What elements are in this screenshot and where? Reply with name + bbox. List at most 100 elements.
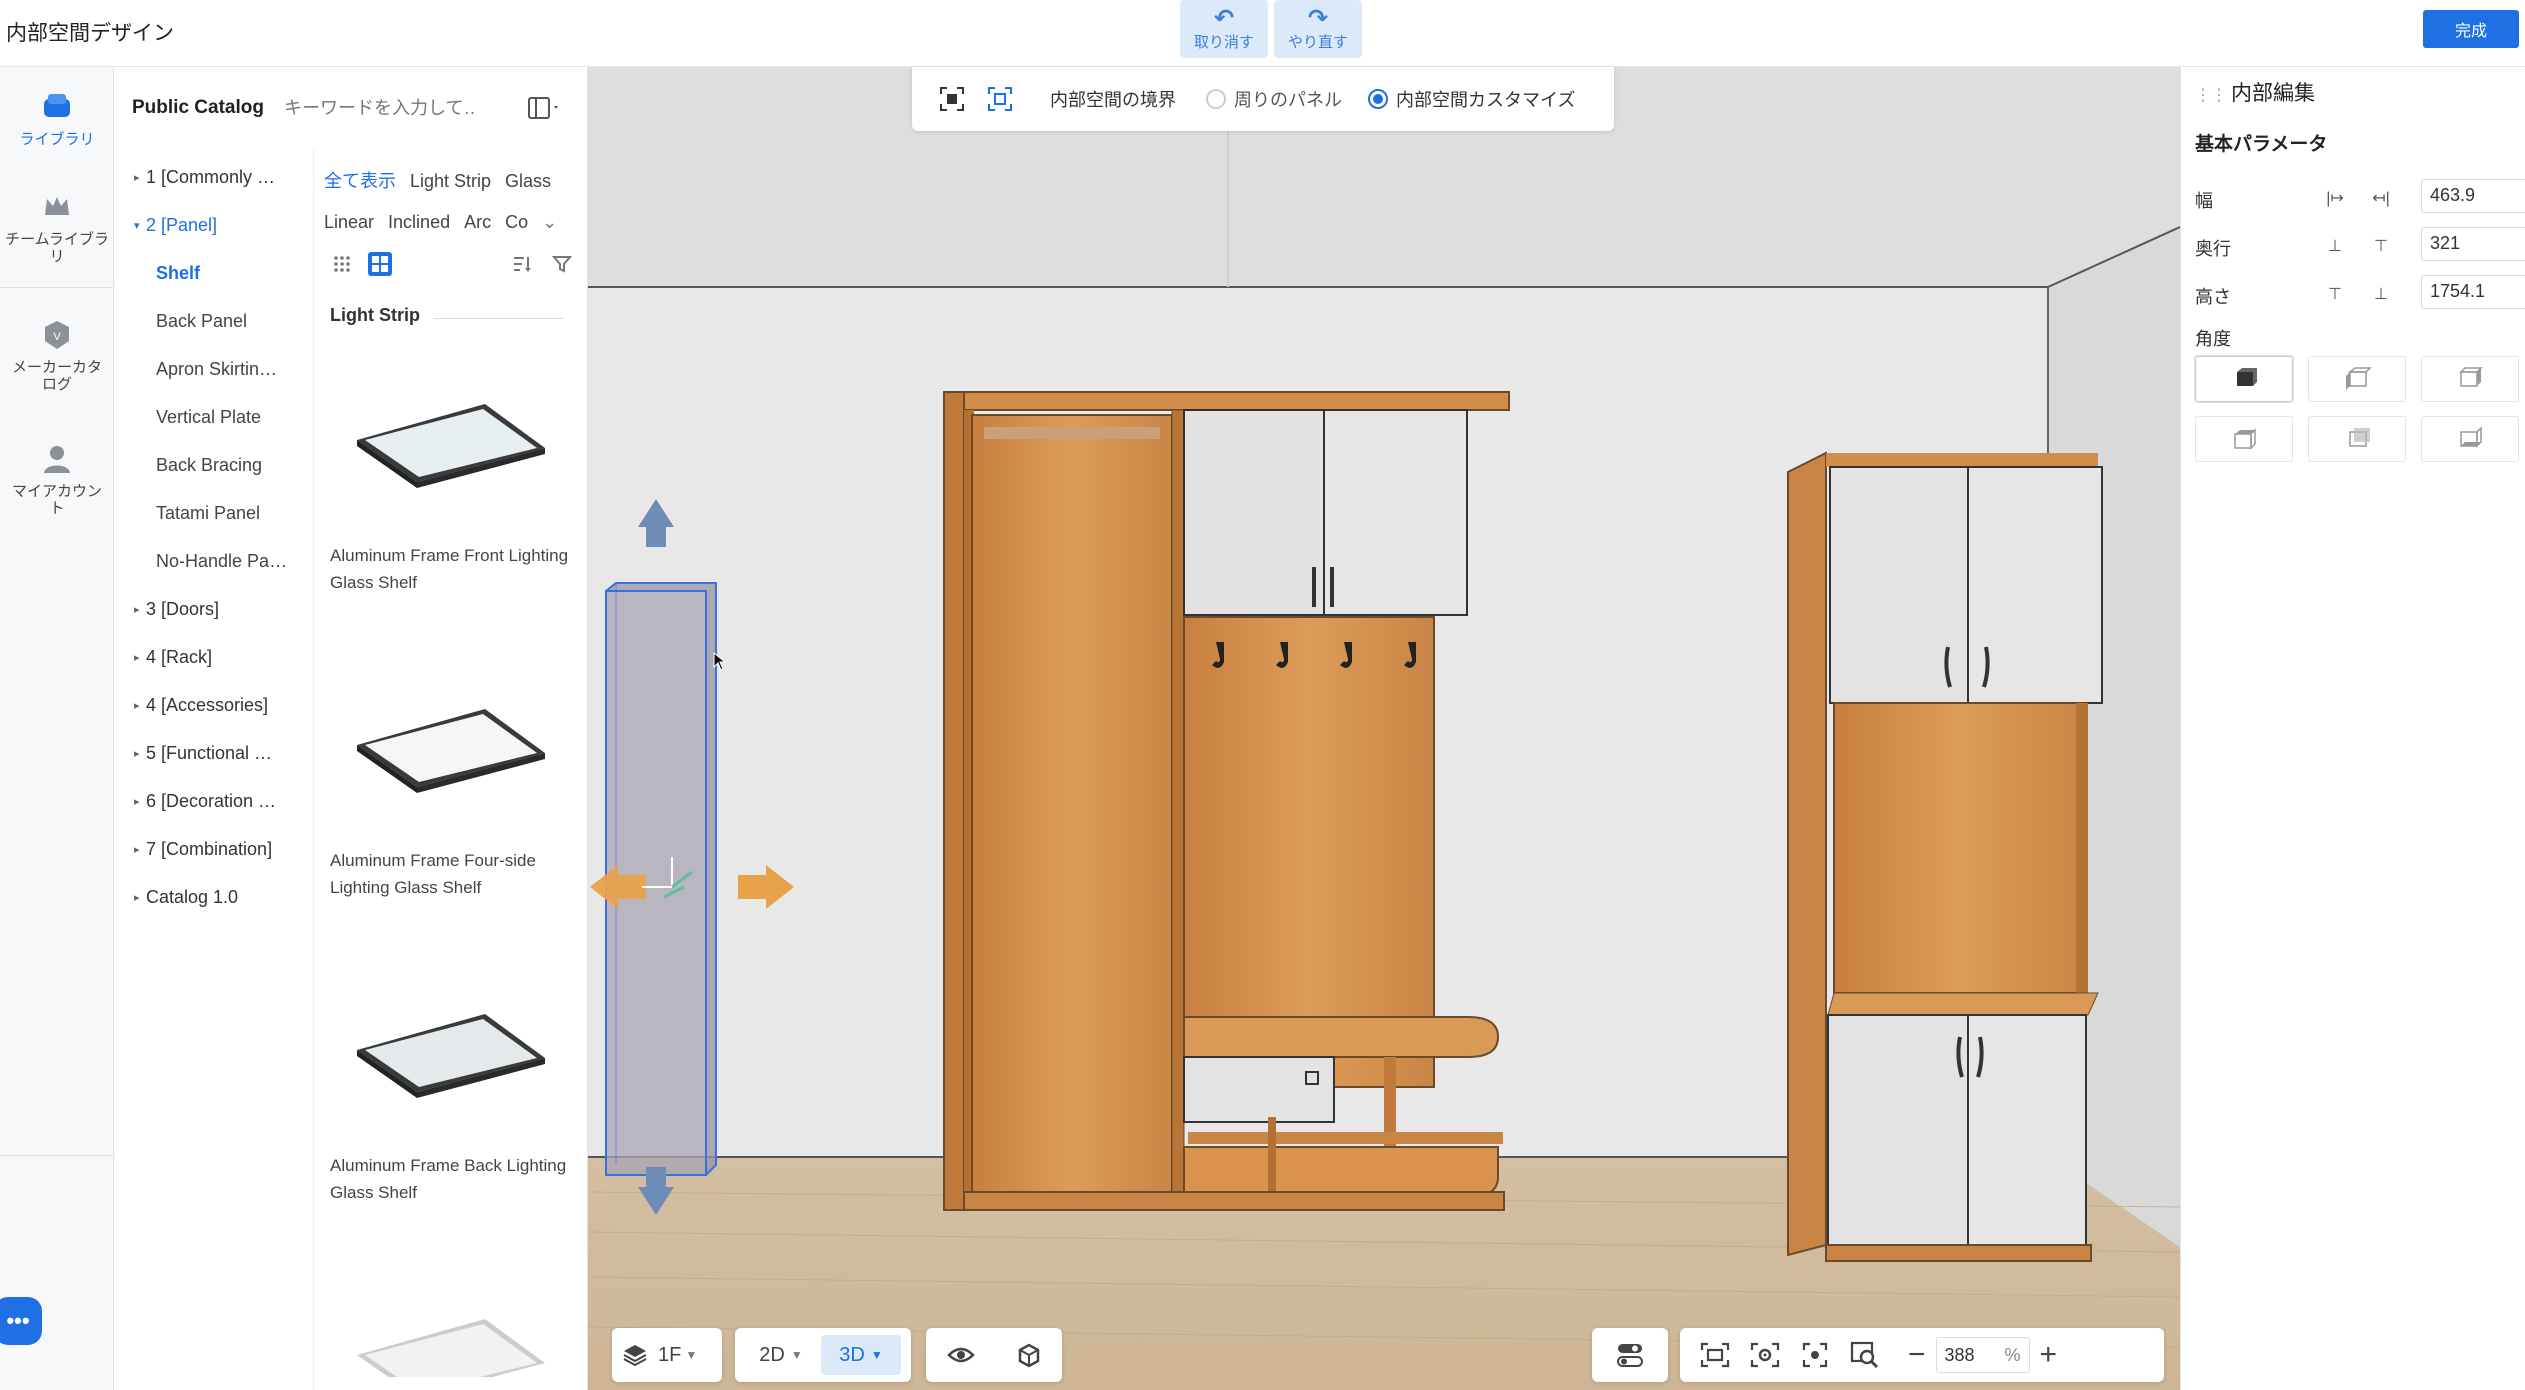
view-settings-icon[interactable]: [1740, 1335, 1790, 1375]
align-front-icon[interactable]: ⊥: [2323, 235, 2347, 257]
tree-item-rack[interactable]: ▸ 4 [Rack]: [134, 647, 312, 668]
tree-item-combination[interactable]: ▸ 7 [Combination]: [134, 839, 312, 860]
tree-item-accessories[interactable]: ▸ 4 [Accessories]: [134, 695, 312, 716]
product-name: Aluminum Frame Front Lighting Glass Shel…: [330, 546, 569, 592]
zoom-out-button[interactable]: −: [1898, 1335, 1936, 1375]
param-row-height: 高さ ⊤ ⊥ 1754.1: [2195, 273, 2525, 313]
view-toggles: [330, 252, 580, 282]
undo-button[interactable]: ↶ 取り消す: [1180, 0, 1268, 58]
toggle-settings-icon[interactable]: [1606, 1335, 1654, 1375]
rail-item-library[interactable]: ライブラリ: [0, 89, 114, 148]
category-tree: ▸ 1 [Commonly … ▾ 2 [Panel] Shelf Back Pan…: [114, 147, 314, 1390]
cube-view-icon[interactable]: [1006, 1335, 1052, 1375]
tree-item-functional[interactable]: ▸ 5 [Functional …: [134, 743, 312, 764]
room-3d-scene[interactable]: [588, 67, 2180, 1390]
select-space-icon[interactable]: [980, 79, 1020, 119]
product-card-partial[interactable]: [330, 1257, 570, 1377]
redo-icon: ↷: [1307, 4, 1329, 32]
tree-item-doors[interactable]: ▸ 3 [Doors]: [134, 599, 312, 620]
small-grid-icon[interactable]: [330, 252, 354, 276]
angle-right-button[interactable]: [2421, 356, 2519, 402]
settings-toggle: [1592, 1328, 1668, 1382]
tree-item-decoration[interactable]: ▸ 6 [Decoration …: [134, 791, 312, 812]
product-name: Aluminum Frame Four-side Lighting Glass …: [330, 851, 536, 897]
angle-top-button[interactable]: [2195, 416, 2293, 462]
rail-item-label: チームライブラリ: [5, 231, 109, 265]
height-input[interactable]: 1754.1: [2421, 275, 2525, 309]
large-grid-icon[interactable]: [368, 252, 392, 276]
undo-icon: ↶: [1213, 4, 1235, 32]
sort-icon[interactable]: [510, 252, 534, 276]
tree-sub-tatami-panel[interactable]: Tatami Panel: [156, 503, 306, 524]
radio-custom-inner-space[interactable]: 内部空間カスタマイズ: [1368, 86, 1575, 112]
tree-sub-apron-skirting[interactable]: Apron Skirtin…: [156, 359, 306, 380]
align-bottom-icon[interactable]: ⊥: [2369, 283, 2393, 305]
filter-icon[interactable]: [550, 252, 574, 276]
rail-item-label: マイアカウント: [11, 483, 102, 517]
filter-inclined[interactable]: Inclined: [388, 212, 450, 232]
zoom-value: 388: [1944, 1344, 1975, 1365]
floor-selector[interactable]: 1F ▼: [612, 1328, 722, 1382]
rail-item-maker-catalog[interactable]: V メーカーカタログ: [0, 317, 114, 393]
filter-co[interactable]: Co: [505, 212, 528, 232]
filter-glass[interactable]: Glass: [505, 171, 551, 191]
angle-bottom-button[interactable]: [2421, 416, 2519, 462]
fit-view-icon[interactable]: [1690, 1335, 1740, 1375]
chat-support-button[interactable]: •••: [0, 1297, 42, 1345]
filter-all[interactable]: 全て表示: [324, 171, 396, 191]
done-button[interactable]: 完成: [2423, 10, 2519, 48]
align-left-icon[interactable]: |↦: [2323, 187, 2347, 209]
align-right-icon[interactable]: ↤|: [2369, 187, 2393, 209]
view-2d-button[interactable]: 2D ▼: [741, 1335, 821, 1375]
zoom-in-button[interactable]: +: [2030, 1335, 2068, 1375]
product-card[interactable]: Aluminum Frame Four-side Lighting Glass …: [330, 647, 570, 901]
inner-space-boundary-bar: 内部空間の境界 周りのパネル 内部空間カスタマイズ: [912, 67, 1614, 131]
mouse-cursor-icon: [713, 652, 727, 671]
redo-button[interactable]: ↷ やり直す: [1274, 0, 1362, 58]
catalog-search-input[interactable]: [284, 94, 474, 122]
rail-divider: [0, 1155, 114, 1156]
zoom-level-input[interactable]: 388 %: [1935, 1337, 2030, 1373]
select-boundary-icon[interactable]: [932, 79, 972, 119]
tree-item-commonly[interactable]: ▸ 1 [Commonly …: [134, 167, 312, 188]
tree-sub-vertical-plate[interactable]: Vertical Plate: [156, 407, 306, 428]
design-viewport[interactable]: [588, 67, 2180, 1390]
product-card[interactable]: Aluminum Frame Back Lighting Glass Shelf: [330, 952, 570, 1206]
angle-front-button[interactable]: [2195, 356, 2293, 402]
filter-linear[interactable]: Linear: [324, 212, 374, 232]
align-top-icon[interactable]: ⊤: [2323, 283, 2347, 305]
layers-icon: [612, 1335, 658, 1375]
view-3d-button[interactable]: 3D ▼: [821, 1335, 901, 1375]
angle-back-button[interactable]: [2308, 416, 2406, 462]
drag-handle-icon[interactable]: ⋮⋮: [2195, 87, 2227, 104]
display-toolbar: [926, 1328, 1062, 1382]
filter-arc[interactable]: Arc: [464, 212, 491, 232]
visibility-eye-icon[interactable]: [937, 1335, 985, 1375]
zoom-window-icon[interactable]: [1840, 1335, 1890, 1375]
product-thumbnail: [330, 342, 570, 532]
radio-surrounding-panels[interactable]: 周りのパネル: [1206, 86, 1342, 112]
history-controls: ↶ 取り消す ↷ やり直す: [1180, 0, 1362, 58]
left-rail: ライブラリ チームライブラリ V メーカーカタログ マイアカウント •••: [0, 67, 114, 1390]
tree-item-panel[interactable]: ▾ 2 [Panel]: [134, 215, 312, 236]
tree-sub-back-panel[interactable]: Back Panel: [156, 311, 306, 332]
filter-expand-chevron-icon[interactable]: ⌄: [542, 212, 557, 232]
layout-toggle-button[interactable]: [524, 93, 566, 123]
rail-item-account[interactable]: マイアカウント: [0, 441, 114, 517]
depth-input[interactable]: 321: [2421, 227, 2525, 261]
align-back-icon[interactable]: ⊤: [2369, 235, 2393, 257]
product-card[interactable]: Aluminum Frame Front Lighting Glass Shel…: [330, 342, 570, 596]
tree-sub-shelf[interactable]: Shelf: [156, 263, 306, 284]
radio-checked-icon: [1368, 89, 1388, 109]
panel-title: ⋮⋮ 内部編集: [2195, 82, 2315, 105]
caret-right-icon: ▸: [134, 844, 140, 856]
zoom-unit: %: [2004, 1344, 2021, 1365]
tree-sub-no-handle-panel[interactable]: No-Handle Pa…: [156, 551, 306, 572]
tree-item-catalog-1[interactable]: ▸ Catalog 1.0: [134, 887, 312, 908]
angle-left-button[interactable]: [2308, 356, 2406, 402]
focus-selection-icon[interactable]: [1790, 1335, 1840, 1375]
tree-sub-back-bracing[interactable]: Back Bracing: [156, 455, 306, 476]
rail-item-team-library[interactable]: チームライブラリ: [0, 189, 114, 265]
width-input[interactable]: 463.9: [2421, 179, 2525, 213]
filter-light-strip[interactable]: Light Strip: [410, 171, 491, 191]
